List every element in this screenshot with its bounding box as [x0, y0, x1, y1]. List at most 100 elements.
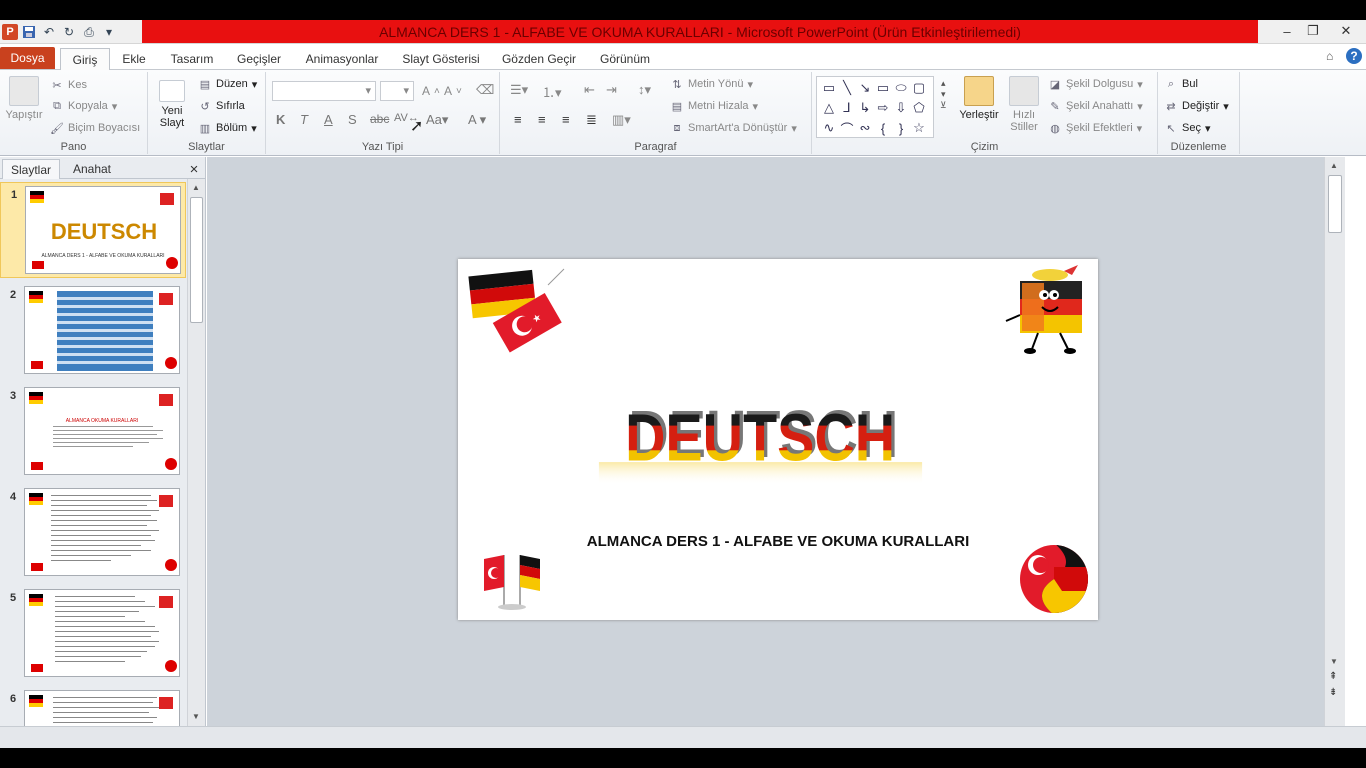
editor-scrollbar[interactable]: ▲ ▼ ⇞ ⇟ — [1324, 157, 1345, 726]
tab-slide-show[interactable]: Slayt Gösterisi — [398, 48, 484, 70]
slide-thumbnail-4[interactable]: 4 — [0, 485, 186, 581]
italic-icon[interactable]: T — [300, 112, 308, 127]
copy-button[interactable]: ⧉ Kopyala ▾ — [50, 99, 117, 113]
justify-icon[interactable]: ≣ — [586, 112, 597, 128]
arrange-button[interactable]: Yerleştir — [954, 76, 1004, 121]
tab-file[interactable]: Dosya — [0, 47, 55, 69]
smartart-button[interactable]: ⧈ SmartArt'a Dönüştür ▾ — [670, 121, 797, 135]
font-size-combo[interactable]: ▾ — [380, 81, 414, 101]
cut-button[interactable]: ✂ Kes — [50, 78, 87, 92]
help-icon[interactable]: ? — [1346, 48, 1362, 64]
elbow-connector-icon[interactable]: ⅃ — [843, 100, 850, 116]
slide-thumbnail-6[interactable]: 6 — [0, 687, 186, 726]
decrease-indent-icon[interactable]: ⇤ — [584, 82, 595, 98]
close-icon[interactable]: ✕ — [1326, 20, 1366, 42]
triangle-shape-icon[interactable]: △ — [824, 100, 834, 116]
grow-font-icon[interactable]: A ˄ — [422, 84, 440, 98]
gallery-scroll[interactable]: ▴ ▾ ⊻ — [940, 78, 947, 111]
strikethrough-icon[interactable]: abc — [370, 112, 389, 126]
slide-thumbnail-2[interactable]: 2 — [0, 283, 186, 379]
right-arrow-shape-icon[interactable]: ⇨ — [878, 100, 889, 116]
text-direction-button[interactable]: ⇅ Metin Yönü ▾ — [670, 77, 753, 91]
shape-effects-button[interactable]: ◍ Şekil Efektleri ▾ — [1048, 121, 1142, 135]
shadow-icon[interactable]: S — [348, 112, 357, 127]
previous-slide-icon[interactable]: ⇞ — [1329, 671, 1337, 682]
align-left-icon[interactable]: ≡ — [514, 112, 522, 127]
slide-thumbnail-3[interactable]: 3 ALMANCA OKUMA KURALLARI — [0, 384, 186, 480]
align-center-icon[interactable]: ≡ — [538, 112, 546, 127]
tab-home[interactable]: Giriş — [60, 48, 110, 71]
rectangle-shape-icon[interactable]: ▭ — [877, 80, 889, 96]
scroll-thumb[interactable] — [190, 197, 203, 323]
print-preview-icon[interactable]: ⎙ — [80, 23, 98, 41]
reset-button[interactable]: ↺ Sıfırla — [198, 99, 244, 113]
tab-outline-pane[interactable]: Anahat — [62, 159, 122, 179]
paste-button[interactable]: Yapıştır — [4, 76, 44, 121]
oval-shape-icon[interactable]: ⬭ — [895, 80, 906, 96]
increase-indent-icon[interactable]: ⇥ — [606, 82, 617, 98]
elbow-arrow-icon[interactable]: ↳ — [860, 100, 871, 116]
scroll-up-icon[interactable]: ▲ — [192, 183, 200, 192]
shapes-gallery[interactable]: ▭ ╲ ↘ ▭ ⬭ ▢ △ ⅃ ↳ ⇨ ⇩ ⬠ ∿ ⌒ ∾ { } ☆ — [816, 76, 934, 138]
freeform-shape-icon[interactable]: ∾ — [860, 120, 871, 136]
textbox-shape-icon[interactable]: ▭ — [823, 80, 835, 96]
tab-slides-pane[interactable]: Slaytlar — [2, 159, 60, 179]
customize-qat-icon[interactable]: ▾ — [100, 23, 118, 41]
shape-outline-button[interactable]: ✎ Şekil Anahattı ▾ — [1048, 99, 1142, 113]
change-case-icon[interactable]: Aa▾ — [426, 112, 448, 128]
columns-icon[interactable]: ▥▾ — [612, 112, 631, 128]
shape-fill-button[interactable]: ◪ Şekil Dolgusu ▾ — [1048, 77, 1143, 91]
layout-button[interactable]: ▤ Düzen ▾ — [198, 77, 258, 91]
tab-insert[interactable]: Ekle — [118, 48, 150, 70]
bullets-icon[interactable]: ☰▾ — [510, 82, 528, 98]
editor-scroll-up-icon[interactable]: ▲ — [1330, 161, 1338, 170]
pane-close-icon[interactable]: × — [184, 159, 204, 179]
minimize-icon[interactable]: – — [1274, 20, 1300, 42]
redo-icon[interactable]: ↻ — [60, 23, 78, 41]
curve-shape-icon[interactable]: ∿ — [824, 120, 835, 136]
powerpoint-logo-icon[interactable]: P — [2, 24, 18, 40]
clear-formatting-icon[interactable]: ⌫ — [476, 82, 494, 98]
slide-thumbnail-1[interactable]: 1 DEUTSCH ALMANCA DERS 1 - ALFABE VE OKU… — [0, 182, 186, 278]
right-brace-icon[interactable]: } — [899, 121, 903, 136]
left-brace-icon[interactable]: { — [881, 121, 885, 136]
align-text-button[interactable]: ▤ Metni Hizala ▾ — [670, 99, 758, 113]
tab-review[interactable]: Gözden Geçir — [500, 48, 578, 70]
replace-button[interactable]: ⇄ Değiştir ▾ — [1164, 99, 1228, 113]
select-button[interactable]: ↖ Seç ▾ — [1164, 121, 1210, 135]
section-button[interactable]: ▥ Bölüm ▾ — [198, 121, 257, 135]
align-right-icon[interactable]: ≡ — [562, 112, 570, 127]
font-color-icon[interactable]: A ▾ — [468, 112, 486, 128]
arc-shape-icon[interactable]: ⌒ — [840, 119, 853, 138]
scroll-down-icon[interactable]: ▼ — [192, 712, 200, 721]
undo-icon[interactable]: ↶ — [40, 23, 58, 41]
tab-design[interactable]: Tasarım — [168, 48, 216, 70]
editor-scroll-down-icon[interactable]: ▼ — [1330, 657, 1338, 666]
thumbnails-scrollbar[interactable]: ▲ ▼ — [187, 179, 205, 726]
tab-animations[interactable]: Animasyonlar — [302, 48, 382, 70]
pentagon-shape-icon[interactable]: ⬠ — [913, 100, 924, 116]
line-shape-icon[interactable]: ╲ — [843, 80, 851, 96]
underline-icon[interactable]: A — [324, 112, 333, 127]
save-icon[interactable] — [20, 23, 38, 41]
star-shape-icon[interactable]: ☆ — [913, 120, 925, 136]
current-slide[interactable]: ★ DEUTSCH DEUTSCH ALMANCA DERS 1 - ALFAB… — [458, 259, 1098, 620]
minimize-ribbon-icon[interactable]: ⌂ — [1326, 49, 1333, 63]
font-name-combo[interactable]: ▾ — [272, 81, 376, 101]
find-button[interactable]: ⌕ Bul — [1164, 77, 1198, 91]
bold-icon[interactable]: K — [276, 112, 285, 127]
restore-icon[interactable]: ❐ — [1300, 20, 1326, 42]
slide-title[interactable]: ALMANCA DERS 1 - ALFABE VE OKUMA KURALLA… — [458, 533, 1098, 550]
shrink-font-icon[interactable]: A ˅ — [444, 84, 462, 98]
format-painter-button[interactable]: 🖌 Biçim Boyacısı — [50, 121, 140, 135]
quick-styles-button[interactable]: Hızlı Stiller — [1004, 76, 1044, 133]
line-spacing-icon[interactable]: ↕▾ — [638, 82, 651, 98]
tab-transitions[interactable]: Geçişler — [234, 48, 284, 70]
editor-scroll-thumb[interactable] — [1328, 175, 1342, 233]
slide-thumbnail-5[interactable]: 5 — [0, 586, 186, 682]
numbering-icon[interactable]: ⒈▾ — [542, 82, 562, 101]
next-slide-icon[interactable]: ⇟ — [1329, 687, 1337, 698]
new-slide-button[interactable]: Yeni Slayt — [152, 76, 192, 129]
tab-view[interactable]: Görünüm — [596, 48, 654, 70]
down-arrow-shape-icon[interactable]: ⇩ — [896, 100, 907, 116]
